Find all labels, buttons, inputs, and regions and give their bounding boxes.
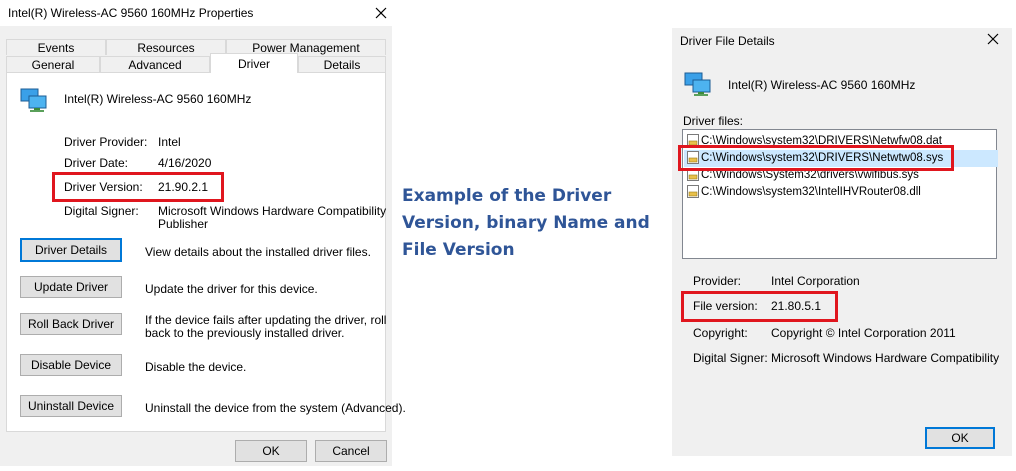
tab-details[interactable]: Details bbox=[298, 56, 386, 72]
tab-resources[interactable]: Resources bbox=[106, 39, 226, 55]
details-signer-label: Digital Signer: bbox=[693, 351, 768, 365]
disable-device-button[interactable]: Disable Device bbox=[20, 354, 122, 376]
driver-provider-label: Driver Provider: bbox=[64, 135, 148, 149]
list-item[interactable]: C:\Windows\system32\IntelIHVRouter08.dll bbox=[687, 184, 921, 201]
caption-text: Example of the Driver Version, binary Na… bbox=[402, 183, 650, 264]
uninstall-device-button[interactable]: Uninstall Device bbox=[20, 395, 122, 417]
disable-device-description: Disable the device. bbox=[145, 360, 247, 374]
digital-signer-value-line1: Microsoft Windows Hardware Compatibility bbox=[158, 204, 387, 218]
update-driver-description: Update the driver for this device. bbox=[145, 282, 318, 296]
uninstall-device-description: Uninstall the device from the system (Ad… bbox=[145, 401, 406, 415]
details-signer-value: Microsoft Windows Hardware Compatibility bbox=[771, 351, 1000, 365]
roll-back-driver-button[interactable]: Roll Back Driver bbox=[20, 313, 122, 335]
tab-driver[interactable]: Driver bbox=[210, 53, 298, 73]
update-driver-button[interactable]: Update Driver bbox=[20, 276, 122, 298]
tab-events[interactable]: Events bbox=[6, 39, 106, 55]
ok-button[interactable]: OK bbox=[235, 440, 307, 462]
close-icon[interactable] bbox=[986, 32, 1000, 46]
digital-signer-label: Digital Signer: bbox=[64, 204, 139, 218]
file-version-highlight bbox=[681, 291, 838, 322]
copyright-value: Copyright © Intel Corporation 2011 bbox=[771, 326, 956, 340]
cancel-button[interactable]: Cancel bbox=[315, 440, 387, 462]
binary-name-highlight bbox=[678, 145, 954, 171]
driver-date-value: 4/16/2020 bbox=[158, 156, 212, 170]
driver-date-label: Driver Date: bbox=[64, 156, 129, 170]
close-icon[interactable] bbox=[374, 6, 388, 20]
driver-provider-value: Intel bbox=[158, 135, 181, 149]
caption-line-2: Version, binary Name and bbox=[402, 213, 650, 233]
digital-signer-value-line2: Publisher bbox=[158, 217, 209, 231]
tab-advanced[interactable]: Advanced bbox=[100, 56, 210, 72]
network-adapter-icon bbox=[20, 86, 50, 117]
driver-version-highlight bbox=[52, 172, 224, 202]
file-path: C:\Windows\system32\IntelIHVRouter08.dll bbox=[701, 186, 921, 198]
roll-back-description-line2: back to the previously installed driver. bbox=[145, 326, 345, 340]
driver-details-description: View details about the installed driver … bbox=[145, 245, 371, 259]
tab-general[interactable]: General bbox=[6, 56, 100, 72]
caption-line-1: Example of the Driver bbox=[402, 186, 612, 206]
provider-value: Intel Corporation bbox=[771, 274, 860, 288]
roll-back-description-line1: If the device fails after updating the d… bbox=[145, 313, 387, 327]
caption-line-3: File Version bbox=[402, 240, 515, 260]
provider-label: Provider: bbox=[693, 274, 742, 288]
properties-title: Intel(R) Wireless-AC 9560 160MHz Propert… bbox=[8, 6, 254, 20]
details-title: Driver File Details bbox=[680, 34, 775, 48]
driver-files-label: Driver files: bbox=[683, 114, 744, 128]
driver-details-button[interactable]: Driver Details bbox=[20, 238, 122, 262]
details-ok-button[interactable]: OK bbox=[925, 427, 995, 449]
device-name: Intel(R) Wireless-AC 9560 160MHz bbox=[64, 92, 252, 106]
driver-file-icon bbox=[687, 185, 699, 199]
details-device-name: Intel(R) Wireless-AC 9560 160MHz bbox=[728, 78, 916, 92]
network-adapter-icon bbox=[684, 70, 714, 101]
copyright-label: Copyright: bbox=[693, 326, 748, 340]
